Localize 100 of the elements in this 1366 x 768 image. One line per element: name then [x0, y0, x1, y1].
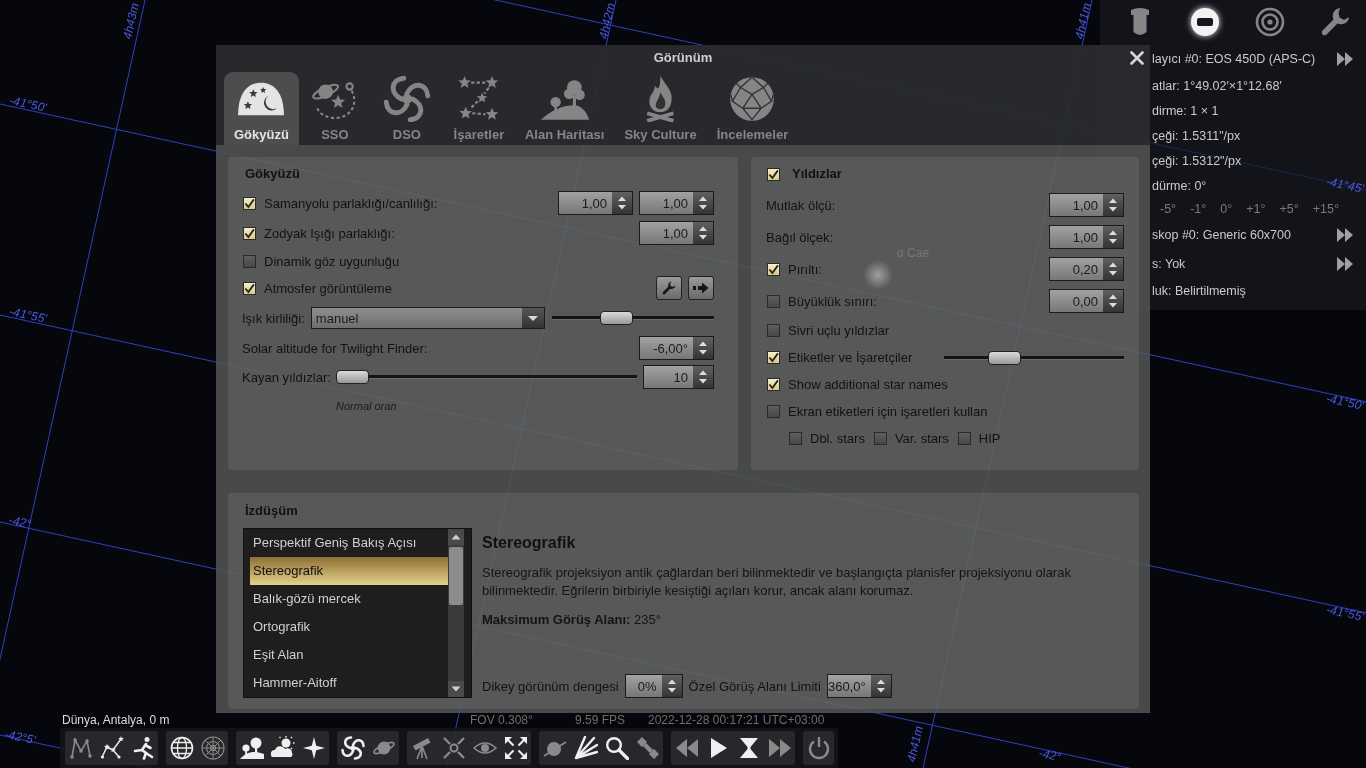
rewind-icon[interactable]	[674, 736, 699, 760]
checkbox[interactable]	[767, 351, 780, 364]
checkbox[interactable]	[767, 167, 780, 181]
rotation-button[interactable]: 0°	[1218, 202, 1235, 216]
fullscreen-icon[interactable]	[503, 736, 528, 760]
stepper-arrows-icon[interactable]	[1103, 290, 1123, 312]
checkbox[interactable]	[767, 378, 780, 391]
spiral-galaxy-icon	[382, 76, 431, 122]
stepper-arrows-icon[interactable]	[693, 192, 713, 214]
list-item[interactable]: Hammer-Aitoff	[250, 669, 448, 697]
spin-box[interactable]: 1,00	[639, 191, 714, 215]
stepper-arrows-icon[interactable]	[1103, 194, 1123, 216]
grid-label: -41°50'	[8, 93, 48, 115]
list-item[interactable]: Stereografik	[250, 557, 448, 585]
target-rings-icon[interactable]	[1255, 7, 1285, 37]
cylinder-icon[interactable]	[1130, 7, 1150, 37]
checkbox[interactable]	[873, 432, 887, 445]
stepper-arrows-icon[interactable]	[693, 222, 713, 244]
forward-button[interactable]	[688, 276, 714, 300]
tab[interactable]: İşaretler	[442, 72, 515, 145]
spin-box[interactable]: -6,00°	[639, 336, 714, 360]
setting-label: Dinamik göz uygunluğu	[264, 253, 400, 269]
web-icon[interactable]	[200, 736, 225, 760]
zigzag-lines-icon[interactable]	[68, 736, 93, 760]
checkbox[interactable]	[243, 281, 256, 295]
spin-box[interactable]: 10	[643, 365, 714, 389]
spin-box[interactable]: 1,00	[1049, 193, 1124, 217]
setting-label: Bağıl ölçek:	[766, 229, 834, 245]
checkbox[interactable]	[767, 324, 780, 337]
list-item[interactable]: Perspektif Geniş Bakış Açısı	[250, 529, 448, 557]
scroll-down-icon[interactable]	[448, 681, 464, 697]
list-item[interactable]: Eşit Alan	[250, 641, 448, 669]
tab[interactable]: Alan Haritası	[514, 72, 615, 145]
spin-box[interactable]: 1,00	[1049, 225, 1124, 249]
spin-box[interactable]: 1,00	[639, 221, 714, 245]
slider-track[interactable]	[551, 311, 714, 325]
list-item[interactable]: Ortografik	[250, 613, 448, 641]
tab[interactable]: İncelemeler	[706, 72, 799, 145]
wrench-icon[interactable]	[1320, 7, 1350, 37]
spin-box[interactable]: 360,0°	[826, 674, 892, 698]
stepper-arrows-icon[interactable]	[870, 675, 891, 697]
tab[interactable]: DSO	[370, 72, 443, 145]
rotation-button[interactable]: +1°	[1244, 202, 1268, 216]
tab[interactable]: Sky Culture	[614, 72, 707, 145]
checkmark-icon	[244, 197, 255, 209]
checkbox[interactable]	[243, 254, 256, 268]
slider-thumb[interactable]	[335, 370, 369, 384]
rotation-button[interactable]: -5°	[1158, 202, 1179, 216]
double-arrow-icon[interactable]	[1337, 227, 1353, 242]
window-title: Görünüm	[653, 50, 713, 65]
checkbox[interactable]	[243, 196, 256, 210]
checkbox[interactable]	[243, 226, 256, 240]
tab[interactable]: SSO	[298, 72, 371, 145]
slider-thumb[interactable]	[988, 350, 1022, 365]
star-lines-icon[interactable]	[99, 736, 124, 760]
double-arrow-icon[interactable]	[1337, 51, 1353, 66]
cloud-sun-icon[interactable]	[270, 736, 295, 760]
scroll-up-icon[interactable]	[448, 529, 464, 545]
camera-sensor-icon[interactable]	[1190, 7, 1220, 37]
rotation-button[interactable]: +5°	[1277, 202, 1301, 216]
stepper-arrows-icon[interactable]	[612, 192, 632, 214]
double-arrow-icon[interactable]	[1337, 256, 1353, 271]
info-line: skop #0: Generic 60x700	[1152, 227, 1291, 242]
checkbox[interactable]	[957, 432, 971, 445]
checkbox[interactable]	[767, 294, 780, 308]
rotation-button[interactable]: +15°	[1310, 202, 1341, 216]
checkbox[interactable]	[767, 262, 780, 276]
info-line: dürme: 0°	[1152, 178, 1207, 193]
tab[interactable]: Gökyüzü	[224, 72, 299, 145]
spin-box[interactable]: 0,20	[1049, 257, 1124, 281]
stepper-arrows-icon[interactable]	[693, 366, 713, 388]
globe-icon[interactable]	[169, 736, 194, 760]
dropdown[interactable]: manuel	[310, 307, 545, 329]
scrollbar[interactable]	[448, 529, 464, 697]
checkbox[interactable]	[767, 405, 780, 418]
scrollbar-thumb[interactable]	[449, 547, 463, 605]
stepper-arrows-icon[interactable]	[1103, 258, 1123, 280]
stepper-arrows-icon[interactable]	[693, 337, 713, 359]
spin-box[interactable]: 0%	[624, 674, 683, 698]
settings-button[interactable]	[656, 276, 682, 300]
spin-box[interactable]: 1,00	[558, 191, 633, 215]
info-line: s: Yok	[1152, 256, 1186, 271]
trees-icon[interactable]	[239, 736, 264, 760]
spiral-icon[interactable]	[340, 736, 365, 760]
satellite-icon[interactable]	[635, 736, 660, 760]
slider-track[interactable]	[335, 370, 637, 384]
slider-track[interactable]	[944, 350, 1124, 365]
streaks-icon[interactable]	[573, 736, 598, 760]
setting-label: Sivri uçlu yıldızlar	[788, 323, 890, 338]
checkbox[interactable]	[789, 432, 802, 445]
fast-forward-icon[interactable]	[767, 736, 792, 760]
slider-thumb[interactable]	[599, 311, 633, 325]
spin-box[interactable]: 0,00	[1049, 289, 1124, 313]
stepper-arrows-icon[interactable]	[1103, 226, 1123, 248]
rotation-button[interactable]: -1°	[1188, 202, 1209, 216]
crosshair-icon[interactable]	[441, 736, 466, 760]
stepper-arrows-icon[interactable]	[661, 675, 682, 697]
close-icon[interactable]	[1130, 50, 1144, 65]
list-item[interactable]: Balık-gözü mercek	[250, 585, 448, 613]
search-icon[interactable]	[604, 736, 629, 760]
